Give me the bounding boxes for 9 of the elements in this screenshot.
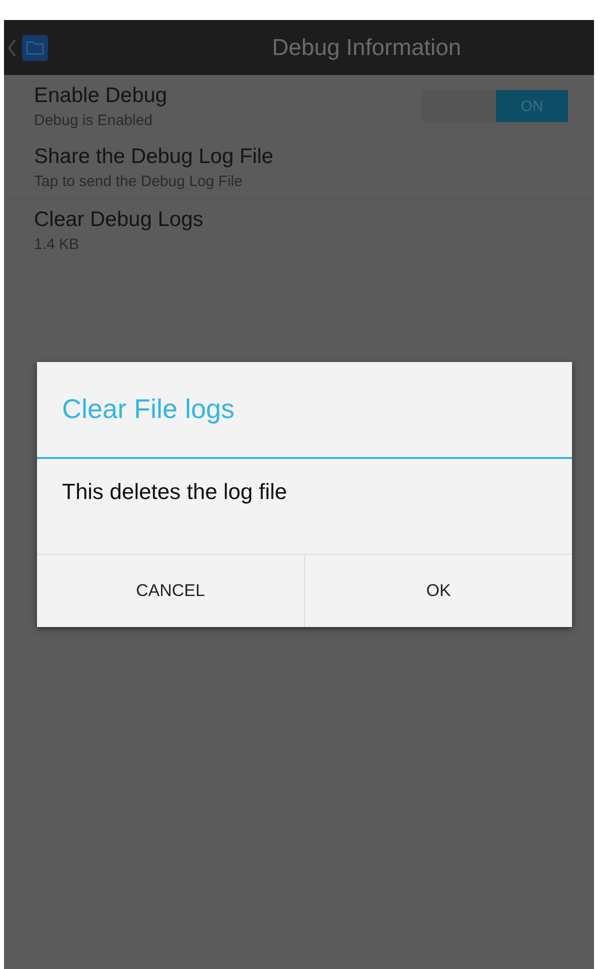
- dialog-title: Clear File logs: [37, 362, 572, 459]
- back-icon[interactable]: [8, 38, 16, 56]
- dialog-button[interactable]: OK: [304, 555, 572, 627]
- dialog-button[interactable]: CANCEL: [37, 555, 304, 627]
- folder-icon[interactable]: [22, 34, 48, 60]
- screen-title: Debug Information: [272, 34, 462, 61]
- setting-title: Share the Debug Log File: [34, 145, 274, 169]
- setting-title: Clear Debug Logs: [34, 208, 204, 232]
- setting-title: Enable Debug: [34, 84, 168, 108]
